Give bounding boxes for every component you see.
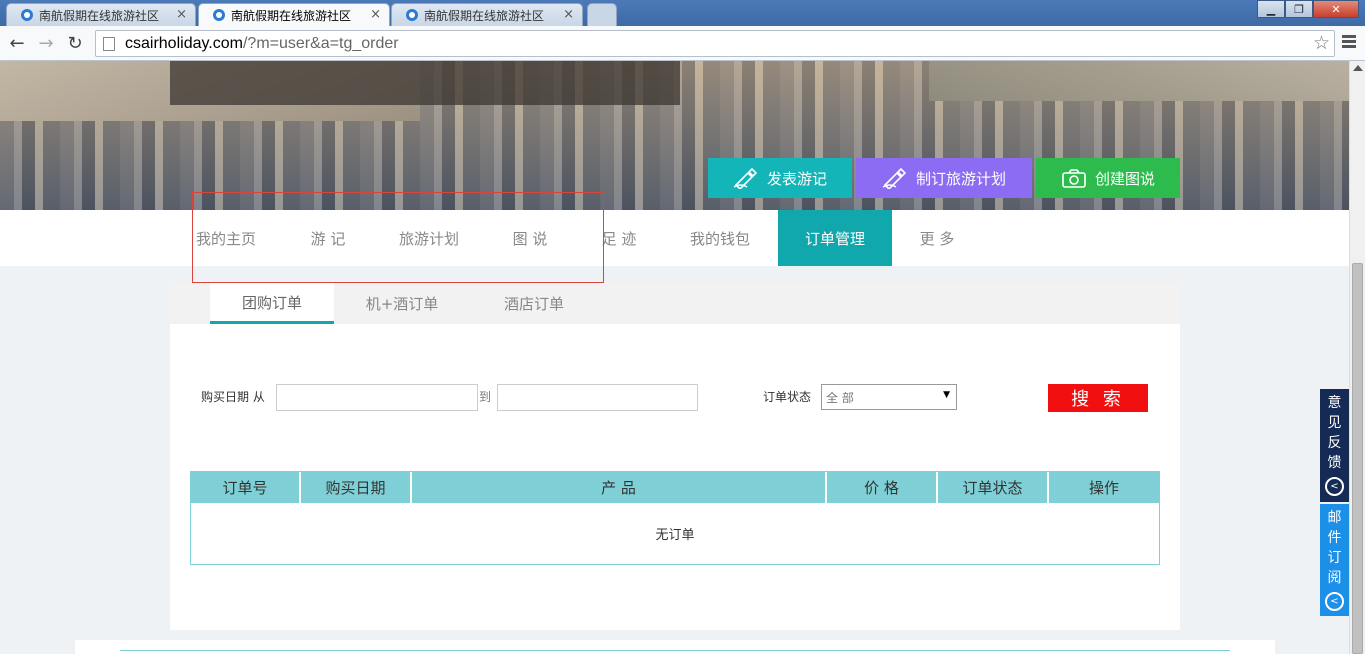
tab-group-buy-orders[interactable]: 团购订单 xyxy=(210,283,334,324)
mail-char: 阅 xyxy=(1327,570,1342,586)
order-status-value: 全 部 xyxy=(826,390,854,405)
page-viewport: 发表游记 制订旅游计划 创建图说 我的主页 游 记 旅游计划 图 说 足 迹 我… xyxy=(0,61,1349,654)
empty-table-message: 无订单 xyxy=(655,528,695,543)
mail-char: 订 xyxy=(1327,550,1342,566)
window-close-icon[interactable]: ✕ xyxy=(1313,0,1359,18)
browser-tab-1[interactable]: 南航假期在线旅游社区 × xyxy=(6,3,196,26)
site-favicon-icon xyxy=(21,9,33,21)
mail-char: 邮 xyxy=(1327,510,1342,526)
button-label: 制订旅游计划 xyxy=(915,169,1006,188)
tab-title: 南航假期在线旅游社区 xyxy=(424,8,545,23)
window-controls: ▁ ❐ ✕ xyxy=(1257,0,1359,18)
scroll-thumb[interactable] xyxy=(1352,263,1363,654)
order-table: 订单号 购买日期 产 品 价 格 订单状态 操作 无订单 xyxy=(190,471,1160,565)
column-header-price: 价 格 xyxy=(827,472,938,503)
footer-strip xyxy=(75,640,1275,654)
tab-hotel-orders[interactable]: 酒店订单 xyxy=(472,283,596,324)
forward-icon[interactable]: → xyxy=(35,32,57,54)
scroll-up-arrow-icon[interactable] xyxy=(1353,65,1363,71)
column-header-actions: 操作 xyxy=(1088,479,1119,497)
search-button[interactable]: 搜 索 xyxy=(1048,384,1148,412)
tab-flight-hotel-orders[interactable]: 机+酒订单 xyxy=(340,283,464,324)
header-banner: 发表游记 制订旅游计划 创建图说 xyxy=(0,61,1349,210)
post-travelogue-button[interactable]: 发表游记 xyxy=(708,158,852,198)
browser-menu-icon[interactable] xyxy=(1342,35,1356,50)
tab-close-icon[interactable]: × xyxy=(563,7,574,22)
order-type-tabs: 团购订单 机+酒订单 酒店订单 xyxy=(170,283,1180,324)
feedback-char: 见 xyxy=(1327,415,1342,431)
address-bar[interactable]: csairholiday.com/?m=user&a=tg_order ☆ xyxy=(95,30,1335,57)
tab-title: 南航假期在线旅游社区 xyxy=(231,8,352,23)
browser-tab-bar: 南航假期在线旅游社区 × 南航假期在线旅游社区 × 南航假期在线旅游社区 × ▁… xyxy=(0,0,1365,26)
pen-icon xyxy=(733,167,758,189)
pen-icon xyxy=(882,167,907,189)
column-header-product: 产 品 xyxy=(412,472,827,503)
url-text: csairholiday.com/?m=user&a=tg_order xyxy=(125,34,399,52)
tab-close-icon[interactable]: × xyxy=(176,7,187,22)
mail-subscribe-sidebar-button[interactable]: 邮 件 订 阅 < xyxy=(1320,504,1349,616)
page-icon xyxy=(103,36,115,51)
user-nav-bar: 我的主页 游 记 旅游计划 图 说 足 迹 我的钱包 订单管理 更 多 xyxy=(0,210,1349,266)
feedback-char: 馈 xyxy=(1327,455,1342,471)
dropdown-arrow-icon: ▼ xyxy=(943,390,950,400)
feedback-char: 意 xyxy=(1327,395,1342,411)
column-header-order-number: 订单号 xyxy=(191,472,301,503)
nav-item-wallet[interactable]: 我的钱包 xyxy=(672,210,768,266)
nav-item-home[interactable]: 我的主页 xyxy=(178,210,274,266)
create-photo-story-button[interactable]: 创建图说 xyxy=(1036,158,1180,198)
browser-tab-2[interactable]: 南航假期在线旅游社区 × xyxy=(198,3,390,26)
column-header-order-status: 订单状态 xyxy=(938,472,1049,503)
date-from-input[interactable] xyxy=(276,384,478,411)
banner-actions: 发表游记 制订旅游计划 创建图说 xyxy=(708,158,1180,198)
button-label: 创建图说 xyxy=(1094,169,1155,188)
order-status-select[interactable]: 全 部 ▼ xyxy=(821,384,957,410)
camera-icon xyxy=(1062,169,1086,188)
nav-item-footprint[interactable]: 足 迹 xyxy=(582,210,656,266)
order-panel: 团购订单 机+酒订单 酒店订单 购买日期 从 到 订单状态 全 部 ▼ 搜 索 … xyxy=(170,283,1180,630)
chevron-left-icon[interactable]: < xyxy=(1325,592,1344,611)
chevron-left-icon[interactable]: < xyxy=(1325,477,1344,496)
nav-item-photo-story[interactable]: 图 说 xyxy=(492,210,568,266)
browser-toolbar: ← → ↻ csairholiday.com/?m=user&a=tg_orde… xyxy=(0,26,1365,61)
nav-item-order-management[interactable]: 订单管理 xyxy=(778,210,892,266)
nav-item-travelogue[interactable]: 游 记 xyxy=(290,210,366,266)
order-status-label: 订单状态 xyxy=(763,390,812,404)
new-tab-button[interactable] xyxy=(587,3,617,26)
mail-char: 件 xyxy=(1327,530,1342,546)
tab-title: 南航假期在线旅游社区 xyxy=(39,8,160,23)
reload-icon[interactable]: ↻ xyxy=(64,32,86,54)
date-to-input[interactable] xyxy=(497,384,698,411)
bookmark-star-icon[interactable]: ☆ xyxy=(1313,32,1330,54)
browser-tab-3[interactable]: 南航假期在线旅游社区 × xyxy=(391,3,583,26)
column-header-purchase-date: 购买日期 xyxy=(301,472,412,503)
site-favicon-icon xyxy=(213,9,225,21)
back-icon[interactable]: ← xyxy=(6,32,28,54)
banner-overlay xyxy=(170,61,680,105)
nav-item-travel-plan[interactable]: 旅游计划 xyxy=(382,210,476,266)
page-scrollbar[interactable] xyxy=(1349,61,1365,654)
make-travel-plan-button[interactable]: 制订旅游计划 xyxy=(856,158,1032,198)
button-label: 发表游记 xyxy=(766,169,827,188)
feedback-char: 反 xyxy=(1327,435,1342,451)
table-header: 订单号 购买日期 产 品 价 格 订单状态 操作 xyxy=(191,472,1159,503)
maximize-icon[interactable]: ❐ xyxy=(1285,0,1313,18)
site-favicon-icon xyxy=(406,9,418,21)
tab-close-icon[interactable]: × xyxy=(370,7,381,22)
nav-item-more[interactable]: 更 多 xyxy=(900,210,974,266)
minimize-icon[interactable]: ▁ xyxy=(1257,0,1285,18)
feedback-sidebar-button[interactable]: 意 见 反 馈 < xyxy=(1320,389,1349,502)
purchase-date-label: 购买日期 从 xyxy=(201,390,265,404)
date-to-label: 到 xyxy=(479,390,492,404)
